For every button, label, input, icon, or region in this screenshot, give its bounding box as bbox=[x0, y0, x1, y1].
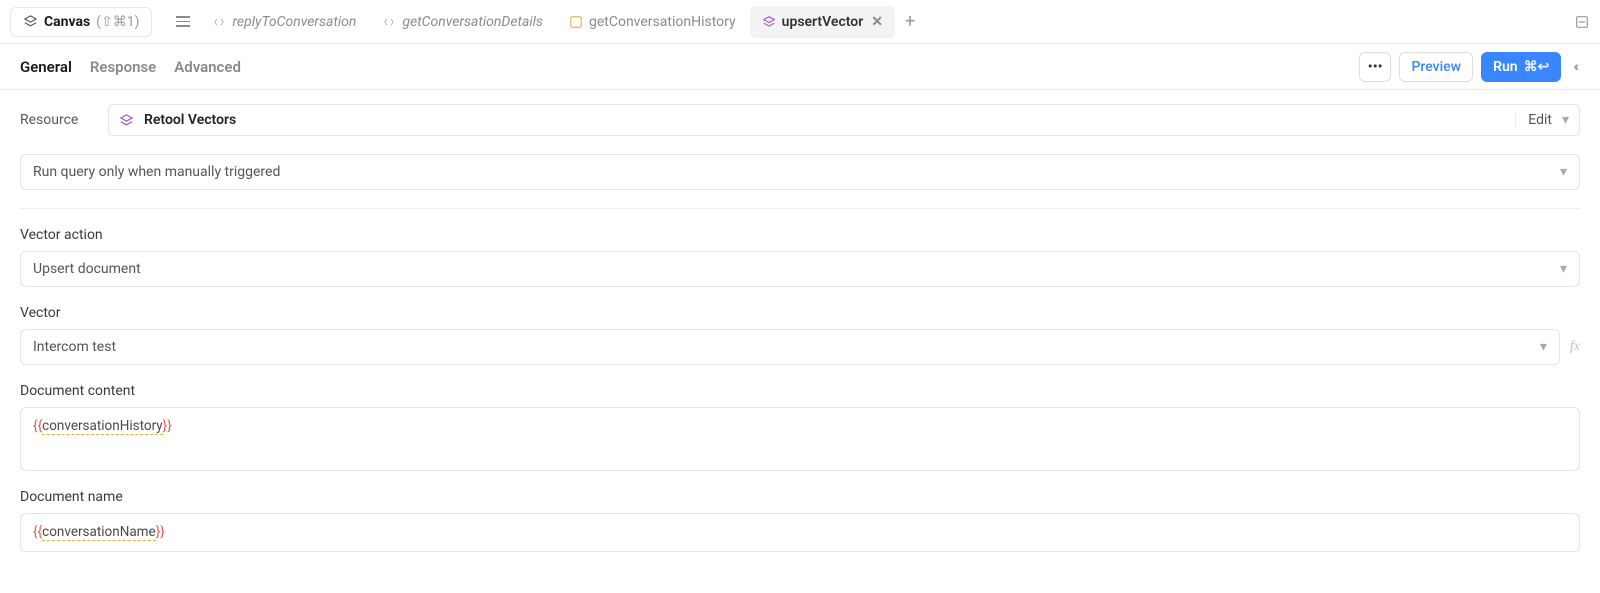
list-icon[interactable] bbox=[176, 16, 190, 27]
preview-button[interactable]: Preview bbox=[1399, 52, 1473, 82]
tab-label: upsertVector bbox=[782, 14, 864, 30]
vector-label: Vector bbox=[20, 305, 1580, 321]
add-tab-button[interactable]: + bbox=[897, 11, 923, 32]
chevron-down-icon[interactable]: ▾ bbox=[1562, 112, 1569, 128]
resource-label: Resource bbox=[20, 112, 94, 128]
tab-general[interactable]: General bbox=[20, 58, 72, 76]
braces-icon bbox=[212, 15, 226, 29]
tab-advanced[interactable]: Advanced bbox=[174, 58, 241, 76]
chevron-down-icon: ▾ bbox=[1560, 261, 1567, 277]
chevron-down-icon: ▾ bbox=[1560, 164, 1567, 180]
chevron-down-icon: ▾ bbox=[1540, 339, 1547, 355]
vector-action-value: Upsert document bbox=[33, 261, 141, 277]
canvas-label: Canvas bbox=[44, 14, 90, 30]
resource-name: Retool Vectors bbox=[144, 112, 236, 128]
layers-icon bbox=[762, 15, 776, 29]
tab-label: replyToConversation bbox=[232, 14, 356, 30]
tab-get-conversation-details[interactable]: getConversationDetails bbox=[370, 6, 555, 38]
query-panel: Resource Retool Vectors Edit ▾ Run query… bbox=[0, 90, 1600, 593]
layers-icon bbox=[119, 113, 134, 128]
doc-name-label: Document name bbox=[20, 489, 1580, 505]
tab-label: getConversationHistory bbox=[589, 14, 736, 30]
run-label: Run bbox=[1493, 59, 1518, 75]
canvas-button[interactable]: Canvas (⇧⌘1) bbox=[10, 7, 152, 37]
doc-content-input[interactable]: {{conversationHistory}} bbox=[20, 407, 1580, 471]
top-bar: Canvas (⇧⌘1) replyToConversation getConv… bbox=[0, 0, 1600, 44]
run-shortcut: ⌘↩ bbox=[1524, 59, 1550, 75]
tab-upsert-vector[interactable]: upsertVector ✕ bbox=[750, 6, 895, 38]
sub-tab-bar: General Response Advanced ••• Preview Ru… bbox=[0, 44, 1600, 90]
js-icon bbox=[569, 15, 583, 29]
tab-response[interactable]: Response bbox=[90, 58, 156, 76]
tab-reply-to-conversation[interactable]: replyToConversation bbox=[200, 6, 368, 38]
vector-select[interactable]: Intercom test ▾ bbox=[20, 329, 1560, 365]
canvas-shortcut: (⇧⌘1) bbox=[96, 14, 139, 30]
braces-icon bbox=[382, 15, 396, 29]
vector-value: Intercom test bbox=[33, 339, 116, 355]
doc-content-label: Document content bbox=[20, 383, 1580, 399]
divider bbox=[20, 208, 1580, 209]
doc-name-input[interactable]: {{conversationName}} bbox=[20, 513, 1580, 552]
trigger-select[interactable]: Run query only when manually triggered ▾ bbox=[20, 154, 1580, 190]
tab-label: getConversationDetails bbox=[402, 14, 543, 30]
trigger-value: Run query only when manually triggered bbox=[33, 164, 280, 180]
tabs-row: replyToConversation getConversationDetai… bbox=[176, 6, 923, 38]
edit-resource-button[interactable]: Edit bbox=[1528, 112, 1552, 128]
layers-icon bbox=[23, 14, 38, 29]
fx-toggle[interactable]: fx bbox=[1570, 339, 1580, 355]
close-icon[interactable]: ✕ bbox=[871, 14, 883, 30]
resource-select[interactable]: Retool Vectors Edit ▾ bbox=[108, 104, 1580, 136]
tab-get-conversation-history[interactable]: getConversationHistory bbox=[557, 6, 748, 38]
run-button[interactable]: Run ⌘↩ bbox=[1481, 52, 1561, 82]
vector-action-select[interactable]: Upsert document ▾ bbox=[20, 251, 1580, 287]
minimize-icon[interactable] bbox=[1574, 14, 1590, 30]
vector-action-label: Vector action bbox=[20, 227, 1580, 243]
more-button[interactable]: ••• bbox=[1359, 52, 1392, 82]
collapse-icon[interactable]: ‹‹ bbox=[1569, 59, 1580, 75]
